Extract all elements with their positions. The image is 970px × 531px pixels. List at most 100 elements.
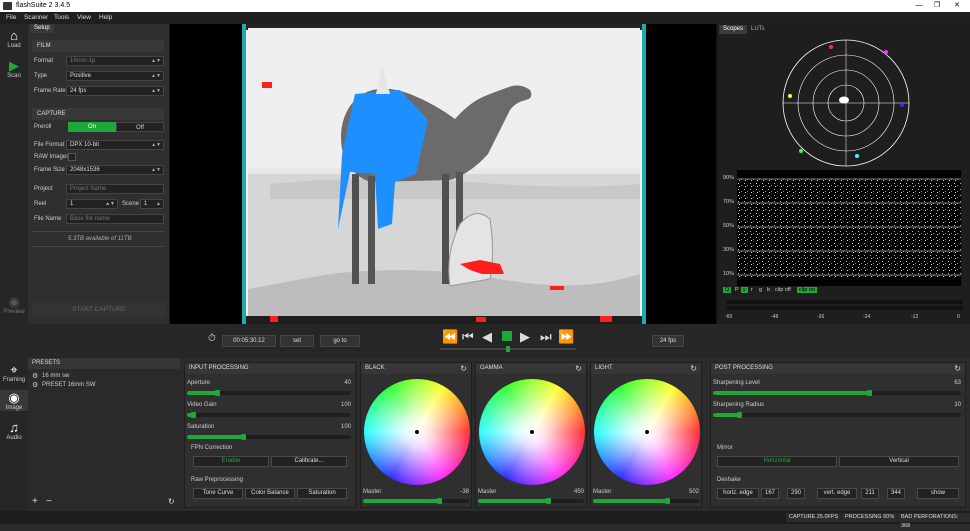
fast-rewind-icon[interactable]: ⏪ — [442, 329, 458, 344]
gamma-wheel-handle[interactable] — [530, 430, 534, 434]
tab-luts[interactable]: LUTs — [747, 25, 769, 34]
audio-nav[interactable]: ♫ Audio — [0, 420, 28, 441]
slider-knob[interactable] — [546, 498, 551, 504]
slider-knob[interactable] — [241, 434, 246, 440]
channel-g[interactable]: g — [757, 287, 764, 293]
bad-perforations-status: BAD PERFORATIONS: 368 — [898, 513, 970, 529]
light-wheel-handle[interactable] — [645, 430, 649, 434]
preset-item[interactable]: ⚙ 16 mm sw — [32, 372, 176, 381]
preroll-off-toggle[interactable]: Off — [116, 122, 164, 132]
slider-knob[interactable] — [867, 390, 872, 396]
frame-viewer[interactable] — [170, 24, 716, 324]
project-input[interactable]: Project Name — [66, 184, 164, 194]
preview-nav[interactable]: ◉ Preview — [0, 294, 28, 315]
slider-knob[interactable] — [737, 412, 742, 418]
goto-button[interactable]: go to — [320, 335, 360, 347]
minimize-button[interactable]: — — [912, 1, 926, 11]
format-select[interactable]: 16mm-1p ▲▼ — [66, 56, 164, 66]
fast-forward-icon[interactable]: ⏩ — [558, 329, 574, 344]
menu-help[interactable]: Help — [99, 14, 112, 21]
menu-view[interactable]: View — [77, 14, 91, 21]
mirror-horizontal-button[interactable]: Horizontal — [717, 456, 837, 467]
channel-b[interactable]: b — [765, 287, 772, 293]
slider-knob[interactable] — [665, 498, 670, 504]
channel-q[interactable]: Q — [723, 287, 732, 293]
reset-icon[interactable]: ↻ — [690, 363, 697, 374]
skip-back-icon[interactable]: ⏮ — [462, 329, 474, 344]
sharpening-radius-slider[interactable] — [713, 412, 961, 418]
slider-knob[interactable] — [437, 498, 442, 504]
menu-tools[interactable]: Tools — [54, 14, 69, 21]
vert-edge-button[interactable]: vert. edge — [817, 488, 857, 499]
vert-edge-start-field[interactable]: 211 — [861, 488, 879, 499]
slider-knob[interactable] — [191, 412, 196, 418]
refresh-icon[interactable]: ↻ — [168, 497, 175, 506]
close-button[interactable]: ✕ — [950, 1, 964, 11]
reset-icon[interactable]: ↻ — [575, 363, 582, 374]
fps-select[interactable]: 24 fps — [652, 335, 684, 347]
scene-value: 1 — [144, 201, 148, 207]
video-gain-slider[interactable] — [187, 412, 351, 418]
framing-nav[interactable]: ⌖ Framing — [0, 362, 28, 383]
mirror-vertical-button[interactable]: Vertical — [839, 456, 959, 467]
preroll-on-toggle[interactable]: On — [68, 122, 116, 132]
horiz-edge-end-field[interactable]: 290 — [787, 488, 805, 499]
load-nav[interactable]: ⌂ Load — [0, 28, 28, 49]
raw-images-checkbox[interactable] — [68, 153, 76, 161]
file-name-input[interactable]: Base file name — [66, 214, 164, 224]
post-processing-panel: POST PROCESSING ↻ Sharpening Level 63 Sh… — [710, 362, 966, 508]
menu-file[interactable]: File — [6, 14, 16, 21]
type-select[interactable]: Positive ▲▼ — [66, 71, 164, 81]
reverse-play-icon[interactable]: ◀ — [482, 329, 492, 344]
sharpening-level-slider[interactable] — [713, 390, 961, 396]
enable-button[interactable]: Enable — [193, 456, 269, 467]
shuttle-slider[interactable] — [440, 346, 576, 352]
updown-icon: ▲▼ — [151, 167, 161, 173]
gamma-master-slider[interactable] — [478, 498, 584, 504]
tab-setup[interactable]: Setup — [30, 24, 54, 33]
black-master-slider[interactable] — [363, 498, 469, 504]
channel-buttons: Q P y r g b clip off clip on — [723, 287, 823, 295]
slider-knob[interactable] — [215, 390, 220, 396]
tab-scopes[interactable]: Scopes — [719, 25, 748, 34]
vert-edge-end-field[interactable]: 344 — [887, 488, 905, 499]
scan-nav[interactable]: ▶ Scan — [0, 58, 28, 79]
saturation-button[interactable]: Saturation — [297, 488, 347, 499]
channel-r[interactable]: r — [749, 287, 755, 293]
clip-off-button[interactable]: clip off — [773, 287, 793, 293]
tone-curve-button[interactable]: Tone Curve — [193, 488, 243, 499]
timecode-field[interactable]: 00:05:30.12 — [222, 335, 276, 347]
file-format-select[interactable]: DPX 10-bit ▲▼ — [66, 140, 164, 150]
frame-size-select[interactable]: 2048x1536 ▲▼ — [66, 165, 164, 175]
black-wheel-handle[interactable] — [415, 430, 419, 434]
set-button[interactable]: set — [280, 335, 314, 347]
frame-rate-select[interactable]: 24 fps ▲▼ — [66, 86, 164, 96]
clip-on-button[interactable]: clip on — [797, 287, 817, 293]
stop-icon[interactable] — [502, 331, 512, 341]
raw-preprocessing-label: Raw Preprocessing — [191, 477, 244, 483]
scene-stepper[interactable]: 1 ▲ — [140, 199, 164, 209]
play-icon[interactable]: ▶ — [520, 329, 530, 344]
calibrate-button[interactable]: Calibrate... — [271, 456, 347, 467]
channel-y[interactable]: y — [741, 287, 748, 293]
light-master-slider[interactable] — [593, 498, 699, 504]
start-capture-button[interactable]: START CAPTURE — [32, 302, 166, 318]
preset-item[interactable]: ⚙ PRESET 16mm SW — [32, 381, 176, 390]
maximize-button[interactable]: ❐ — [930, 1, 944, 11]
image-nav[interactable]: ◉ Image — [0, 390, 28, 411]
remove-preset-button[interactable]: − — [46, 496, 52, 507]
skip-forward-icon[interactable]: ⏭ — [540, 329, 552, 344]
horiz-edge-button[interactable]: horiz. edge — [717, 488, 759, 499]
saturation-slider[interactable] — [187, 434, 351, 440]
color-balance-button[interactable]: Color Balance — [245, 488, 295, 499]
reel-stepper[interactable]: 1 ▲▼ — [66, 199, 118, 209]
aperture-slider[interactable] — [187, 390, 351, 396]
reset-icon[interactable]: ↻ — [460, 363, 467, 374]
channel-p[interactable]: P — [733, 287, 741, 293]
add-preset-button[interactable]: + — [32, 496, 38, 507]
horiz-edge-start-field[interactable]: 167 — [761, 488, 779, 499]
shuttle-knob[interactable] — [506, 346, 510, 352]
reset-icon[interactable]: ↻ — [954, 363, 961, 374]
show-button[interactable]: show — [917, 488, 959, 499]
menu-scanner[interactable]: Scanner — [24, 14, 48, 21]
